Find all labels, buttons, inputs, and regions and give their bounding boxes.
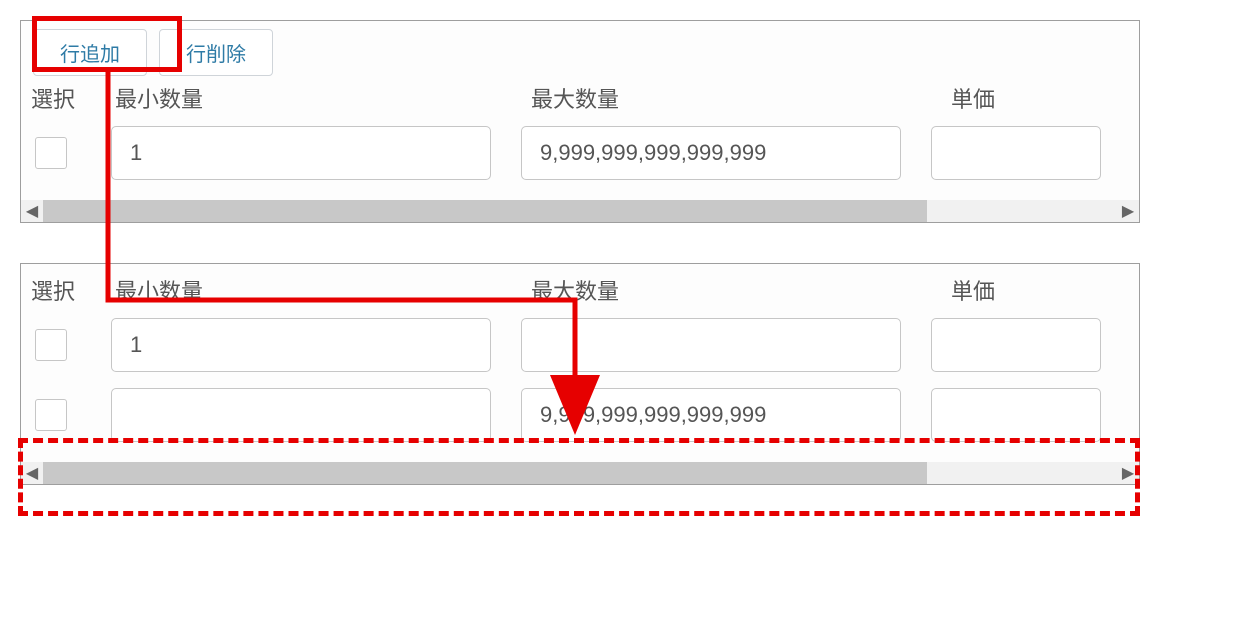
scroll-track[interactable] [43,462,1117,484]
header-max-qty: 最大数量 [531,82,951,114]
unit-price-input[interactable] [931,318,1101,372]
header-unit-price: 単価 [951,274,1129,306]
max-qty-input[interactable] [521,388,901,442]
min-qty-input[interactable] [111,318,491,372]
toolbar: 行追加 行削除 [21,21,1139,80]
max-qty-input[interactable] [521,318,901,372]
table-row [21,380,1139,462]
header-min-qty: 最小数量 [111,274,531,306]
row-select-checkbox[interactable] [35,329,67,361]
add-row-button[interactable]: 行追加 [33,29,147,76]
pricing-table-before: 行追加 行削除 選択 最小数量 最大数量 単価 ◀ ▶ [20,20,1140,223]
max-qty-input[interactable] [521,126,901,180]
unit-price-input[interactable] [931,388,1101,442]
row-select-checkbox[interactable] [35,399,67,431]
scroll-left-icon[interactable]: ◀ [21,200,43,222]
delete-row-button[interactable]: 行削除 [159,29,273,76]
row-select-checkbox[interactable] [35,137,67,169]
scroll-right-icon[interactable]: ▶ [1117,462,1139,484]
min-qty-input[interactable] [111,388,491,442]
scroll-track[interactable] [43,200,1117,222]
table-row [21,312,1139,380]
header-max-qty: 最大数量 [531,274,951,306]
scroll-right-icon[interactable]: ▶ [1117,200,1139,222]
horizontal-scrollbar[interactable]: ◀ ▶ [21,200,1139,222]
header-select: 選択 [31,82,111,114]
header-select: 選択 [31,274,111,306]
unit-price-input[interactable] [931,126,1101,180]
table-row [21,120,1139,200]
horizontal-scrollbar[interactable]: ◀ ▶ [21,462,1139,484]
scroll-left-icon[interactable]: ◀ [21,462,43,484]
min-qty-input[interactable] [111,126,491,180]
header-unit-price: 単価 [951,82,1129,114]
column-headers: 選択 最小数量 最大数量 単価 [21,80,1139,120]
column-headers: 選択 最小数量 最大数量 単価 [21,264,1139,312]
pricing-table-after: 選択 最小数量 最大数量 単価 ◀ ▶ [20,263,1140,485]
header-min-qty: 最小数量 [111,82,531,114]
